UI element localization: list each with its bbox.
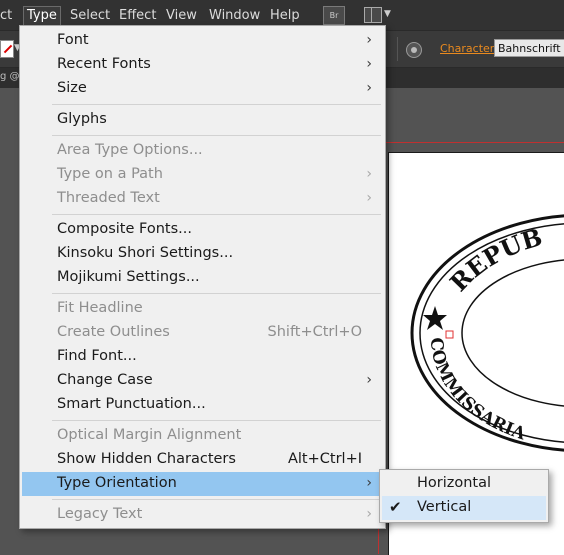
arrange-documents-icon[interactable] — [364, 7, 382, 23]
menu-item-optical-margin-alignment: Optical Margin Alignment — [22, 424, 383, 448]
menu-item-label: Font — [57, 32, 89, 48]
star-icon — [423, 306, 447, 330]
chevron-right-icon: › — [366, 56, 372, 72]
menu-separator — [52, 499, 381, 500]
menu-item-shortcut: Alt+Ctrl+I — [287, 451, 362, 467]
menu-item-label: Size — [57, 80, 87, 96]
chevron-down-icon[interactable]: ▼ — [384, 9, 391, 19]
menu-item-label: Legacy Text — [57, 506, 143, 522]
menu-item-smart-punctuation[interactable]: Smart Punctuation... — [22, 393, 383, 417]
chevron-right-icon: › — [366, 506, 372, 522]
type-orientation-submenu: Horizontal ✔ Vertical — [379, 469, 549, 523]
menu-item-composite-fonts[interactable]: Composite Fonts... — [22, 218, 383, 242]
menu-separator — [52, 293, 381, 294]
menu-item-label: Type on a Path — [57, 166, 163, 182]
character-panel-link[interactable]: Character: — [440, 42, 498, 55]
menu-item-label: Composite Fonts... — [57, 221, 192, 237]
menu-item-glyphs[interactable]: Glyphs — [22, 108, 383, 132]
menu-item-threaded-text: Threaded Text › — [22, 187, 383, 211]
menu-item-label: Fit Headline — [57, 300, 143, 316]
document-tab[interactable]: g @ — [0, 71, 20, 82]
menu-separator — [52, 420, 381, 421]
menu-item-kinsoku-shori-settings[interactable]: Kinsoku Shori Settings... — [22, 242, 383, 266]
chevron-right-icon: › — [366, 32, 372, 48]
menu-item-type-on-a-path: Type on a Path › — [22, 163, 383, 187]
stamp-side-text: COMMISSARIA — [426, 337, 529, 445]
stroke-swatch[interactable] — [0, 40, 14, 58]
menu-item-legacy-text: Legacy Text › — [22, 503, 383, 527]
menu-item-change-case[interactable]: Change Case › — [22, 369, 383, 393]
menu-item-label: Change Case — [57, 372, 153, 388]
menu-item-create-outlines: Create Outlines Shift+Ctrl+O — [22, 321, 383, 345]
menu-item-label: Type Orientation — [57, 475, 177, 491]
menu-item-label: Show Hidden Characters — [57, 451, 236, 467]
chevron-right-icon: › — [366, 372, 372, 388]
menu-item-area-type-options: Area Type Options... — [22, 139, 383, 163]
menu-window[interactable]: Window — [209, 7, 260, 25]
menu-view[interactable]: View — [166, 7, 197, 25]
submenu-item-label: Horizontal — [417, 475, 492, 491]
menu-item-mojikumi-settings[interactable]: Mojikumi Settings... — [22, 266, 383, 290]
menu-separator — [52, 104, 381, 105]
menu-effect[interactable]: Effect — [119, 7, 156, 25]
menu-item-label: Kinsoku Shori Settings... — [57, 245, 234, 261]
chevron-right-icon: › — [366, 166, 372, 182]
submenu-item-vertical[interactable]: ✔ Vertical — [382, 496, 546, 520]
bridge-button[interactable]: Br — [323, 6, 345, 25]
menu-item-type-orientation[interactable]: Type Orientation › — [22, 472, 383, 496]
anchor-point-icon — [445, 330, 454, 339]
menu-item-label: Find Font... — [57, 348, 137, 364]
submenu-item-horizontal[interactable]: Horizontal — [382, 472, 546, 496]
type-menu: Font › Recent Fonts › Size › Glyphs Area Ty… — [19, 25, 386, 529]
bleed-guide — [378, 142, 564, 143]
menu-select-partial[interactable]: ct — [0, 7, 12, 25]
menu-select[interactable]: Select — [70, 7, 110, 25]
menu-item-label: Threaded Text — [57, 190, 160, 206]
menu-help[interactable]: Help — [270, 7, 300, 25]
menu-item-label: Mojikumi Settings... — [57, 269, 200, 285]
chevron-right-icon: › — [366, 190, 372, 206]
menu-item-shortcut: Shift+Ctrl+O — [267, 324, 362, 340]
menu-item-font[interactable]: Font › — [22, 29, 383, 53]
menu-item-label: Create Outlines — [57, 324, 170, 340]
menu-item-label: Area Type Options... — [57, 142, 203, 158]
chevron-right-icon: › — [366, 475, 372, 491]
menu-item-size[interactable]: Size › — [22, 77, 383, 101]
font-family-field[interactable]: Bahnschrift — [494, 39, 564, 57]
menu-item-label: Recent Fonts — [57, 56, 151, 72]
submenu-item-label: Vertical — [417, 499, 472, 515]
menu-type[interactable]: Type — [23, 6, 61, 26]
menu-item-label: Smart Punctuation... — [57, 396, 206, 412]
menu-item-show-hidden-characters[interactable]: Show Hidden Characters Alt+Ctrl+I — [22, 448, 383, 472]
toolbar-divider — [397, 37, 398, 61]
menu-separator — [52, 214, 381, 215]
chevron-right-icon: › — [366, 80, 372, 96]
menu-item-find-font[interactable]: Find Font... — [22, 345, 383, 369]
menu-item-fit-headline: Fit Headline — [22, 297, 383, 321]
checkmark-icon: ✔ — [389, 498, 402, 516]
menu-separator — [52, 135, 381, 136]
menu-item-label: Glyphs — [57, 111, 107, 127]
menu-item-label: Optical Margin Alignment — [57, 427, 242, 443]
menu-item-recent-fonts[interactable]: Recent Fonts › — [22, 53, 383, 77]
recolor-icon[interactable] — [406, 42, 422, 58]
